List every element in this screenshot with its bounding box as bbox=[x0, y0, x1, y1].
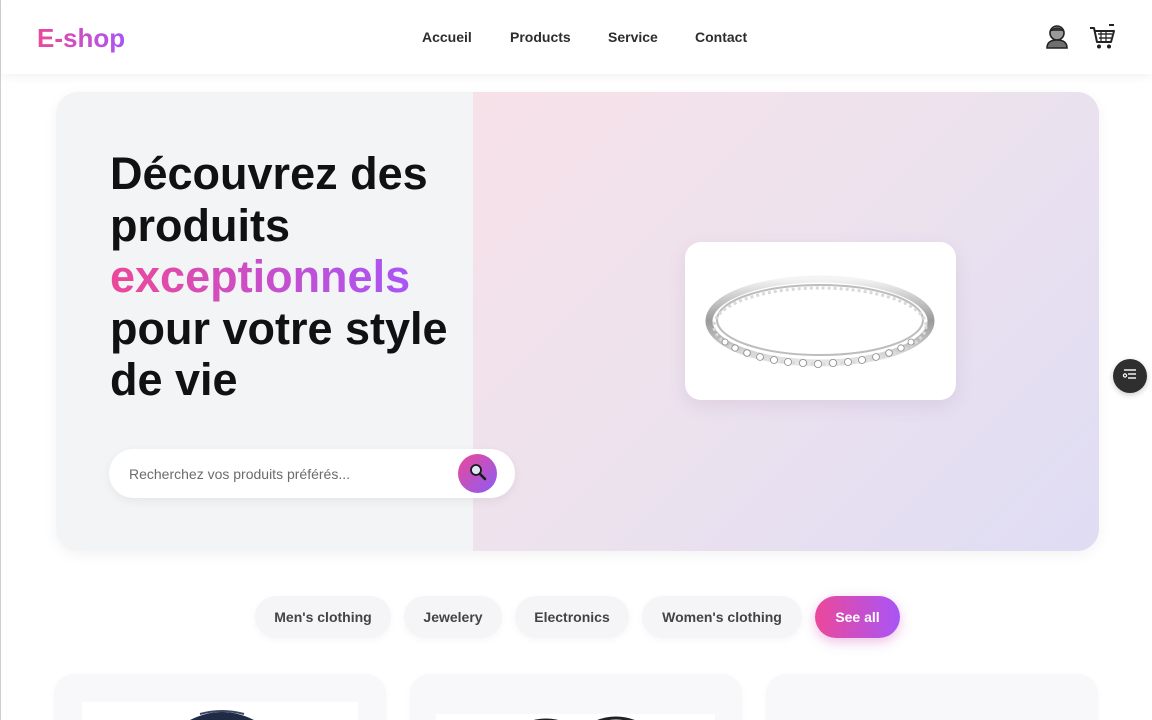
search-bar bbox=[109, 449, 515, 498]
nav-link-products[interactable]: Products bbox=[510, 28, 571, 46]
nav-link-contact[interactable]: Contact bbox=[695, 28, 747, 46]
search-input[interactable] bbox=[129, 449, 449, 498]
hero-title-line1: Découvrez des bbox=[110, 148, 428, 199]
user-icon[interactable] bbox=[1043, 23, 1071, 51]
search-icon bbox=[469, 463, 487, 484]
featured-product-card[interactable] bbox=[685, 242, 956, 400]
hero-title-line5: de vie bbox=[110, 354, 238, 405]
hero-title-line4: pour votre style bbox=[110, 302, 448, 354]
product-card[interactable] bbox=[410, 674, 742, 720]
cart-icon[interactable] bbox=[1088, 23, 1116, 51]
product-card[interactable] bbox=[766, 674, 1098, 720]
filter-button[interactable] bbox=[1113, 359, 1147, 393]
search-button[interactable] bbox=[458, 454, 497, 493]
product-image bbox=[82, 702, 358, 720]
nav-link-service[interactable]: Service bbox=[608, 28, 658, 46]
filter-icon bbox=[1122, 367, 1138, 386]
hero-banner: Découvrez des produits exceptionnels pou… bbox=[56, 92, 1099, 551]
hero-title-accent: exceptionnels bbox=[110, 251, 411, 302]
logo[interactable]: E-shop bbox=[37, 22, 125, 54]
see-all-button[interactable]: See all bbox=[815, 596, 900, 638]
product-card[interactable] bbox=[54, 674, 386, 720]
category-mens-clothing[interactable]: Men's clothing bbox=[255, 596, 391, 638]
category-womens-clothing[interactable]: Women's clothing bbox=[642, 596, 802, 638]
nav-link-accueil[interactable]: Accueil bbox=[422, 28, 472, 46]
ring-image bbox=[705, 275, 935, 369]
category-jewelery[interactable]: Jewelery bbox=[404, 596, 502, 638]
product-image bbox=[436, 714, 715, 720]
hero-title-line2: produits bbox=[110, 199, 290, 251]
category-electronics[interactable]: Electronics bbox=[515, 596, 629, 638]
hero-title: Découvrez des produits exceptionnels pou… bbox=[110, 148, 530, 406]
site-header: E-shop Accueil Products Service Contact bbox=[1, 0, 1152, 74]
